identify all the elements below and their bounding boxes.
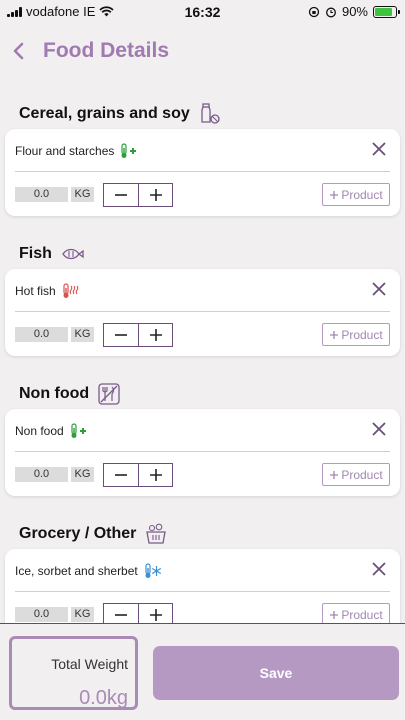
category-title: Grocery / Other: [19, 525, 137, 542]
plus-icon: [330, 470, 339, 479]
quantity-stepper: [103, 323, 173, 347]
category-title: Cereal, grains and soy: [19, 105, 190, 122]
chevron-left-icon: [13, 42, 24, 60]
increment-button[interactable]: [138, 604, 172, 623]
thermometer-hot-icon: [63, 283, 78, 298]
status-bar: vodafone IE 16:32 90%: [0, 0, 405, 24]
battery-icon: [373, 5, 400, 18]
page-title: Food Details: [43, 39, 170, 62]
add-product-button[interactable]: Product: [322, 323, 390, 346]
category-section: Cereal, grains and soy Flour and starche…: [0, 96, 405, 236]
minus-icon: [115, 334, 127, 336]
remove-item-button[interactable]: [371, 141, 387, 157]
minus-icon: [115, 194, 127, 196]
no-cutlery-icon: [98, 383, 120, 405]
header: Food Details: [0, 30, 405, 74]
basket-icon: [146, 523, 167, 544]
alarm-icon: [326, 7, 336, 17]
increment-button[interactable]: [138, 324, 172, 346]
thermometer-plus-icon: [71, 423, 86, 438]
category-section: Fish Hot fish 0.0 KG Product: [0, 236, 405, 376]
bottles-icon: [201, 103, 220, 124]
quantity-field[interactable]: 0.0: [15, 467, 68, 482]
unit-label: KG: [71, 187, 94, 202]
decrement-button[interactable]: [104, 324, 138, 346]
battery-percent: 90%: [341, 4, 368, 19]
total-weight-value: 0.0kg: [79, 687, 128, 709]
food-item-name: Flour and starches: [15, 144, 115, 158]
category-section: Grocery / Other Ice, sorbet and sherbet …: [0, 516, 405, 623]
food-item-name: Hot fish: [15, 284, 56, 298]
plus-icon: [149, 469, 162, 481]
add-product-label: Product: [341, 607, 383, 622]
unit-label: KG: [71, 607, 94, 622]
category-title: Fish: [19, 245, 52, 262]
remove-item-button[interactable]: [371, 561, 387, 577]
food-item-name: Non food: [15, 424, 64, 438]
quantity-field[interactable]: 0.0: [15, 607, 68, 622]
quantity-stepper: [103, 603, 173, 623]
minus-icon: [115, 474, 127, 476]
plus-icon: [149, 189, 162, 201]
decrement-button[interactable]: [104, 184, 138, 206]
save-button[interactable]: Save: [153, 646, 399, 700]
food-item-card: Flour and starches 0.0 KG Product: [5, 129, 400, 216]
category-section: Non food Non food 0.0 KG Product: [0, 376, 405, 516]
thermometer-cold-icon: [145, 563, 161, 578]
plus-icon: [149, 609, 162, 621]
unit-label: KG: [71, 327, 94, 342]
decrement-button[interactable]: [104, 604, 138, 623]
minus-icon: [115, 614, 127, 616]
divider: [15, 171, 390, 172]
quantity-stepper: [103, 183, 173, 207]
unit-label: KG: [71, 467, 94, 482]
add-product-button[interactable]: Product: [322, 603, 390, 623]
quantity-field[interactable]: 0.0: [15, 187, 68, 202]
total-weight-box: Total Weight 0.0kg: [9, 636, 138, 710]
remove-item-button[interactable]: [371, 281, 387, 297]
increment-button[interactable]: [138, 464, 172, 486]
plus-icon: [330, 330, 339, 339]
plus-icon: [330, 610, 339, 619]
divider: [15, 591, 390, 592]
add-product-button[interactable]: Product: [322, 463, 390, 486]
plus-icon: [330, 190, 339, 199]
divider: [15, 451, 390, 452]
orientation-lock-icon: [308, 6, 320, 17]
remove-item-button[interactable]: [371, 421, 387, 437]
divider: [15, 311, 390, 312]
add-product-label: Product: [341, 187, 383, 202]
bottom-bar: Total Weight 0.0kg Save: [0, 623, 405, 720]
decrement-button[interactable]: [104, 464, 138, 486]
add-product-label: Product: [341, 467, 383, 482]
total-weight-label: Total Weight: [51, 656, 128, 672]
plus-icon: [149, 329, 162, 341]
quantity-stepper: [103, 463, 173, 487]
quantity-field[interactable]: 0.0: [15, 327, 68, 342]
add-product-button[interactable]: Product: [322, 183, 390, 206]
increment-button[interactable]: [138, 184, 172, 206]
food-list[interactable]: Cereal, grains and soy Flour and starche…: [0, 96, 405, 623]
back-button[interactable]: [6, 36, 36, 66]
thermometer-plus-icon: [121, 143, 137, 158]
category-title: Non food: [19, 385, 90, 402]
food-item-card: Ice, sorbet and sherbet 0.0 KG Product: [5, 549, 400, 623]
food-item-card: Non food 0.0 KG Product: [5, 409, 400, 496]
food-item-card: Hot fish 0.0 KG Product: [5, 269, 400, 356]
fish-icon: [62, 248, 84, 260]
add-product-label: Product: [341, 327, 383, 342]
food-item-name: Ice, sorbet and sherbet: [15, 564, 138, 578]
